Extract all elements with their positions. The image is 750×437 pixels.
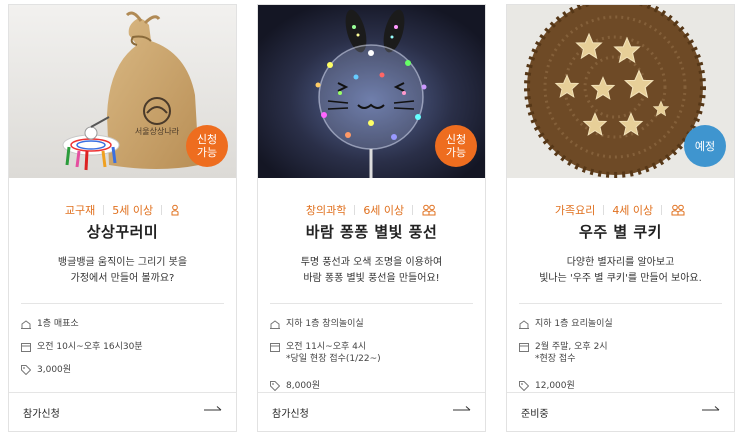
price-row: 12,000원 <box>519 380 575 392</box>
program-description: 다양한 별자리를 알아보고 빛나는 '우주 별 쿠키'를 만들어 보아요. <box>507 255 734 287</box>
category-label: 가족요리 <box>554 204 596 217</box>
location-icon <box>21 320 31 329</box>
divider <box>519 303 722 304</box>
category-label: 교구재 <box>64 204 96 217</box>
apply-button-label: 참가신청 <box>272 409 309 420</box>
description-line-2: 바람 퐁퐁 별빛 풍선을 만들어요! <box>303 273 440 284</box>
location-text: 1층 매표소 <box>37 319 79 329</box>
program-card-1[interactable]: 서울상상나라 신청 가능 교구재 5세 이상 상상꾸러미 뱅글뱅글 움직이는 그리… <box>8 4 237 432</box>
location-icon <box>519 320 529 329</box>
apply-button-label: 참가신청 <box>23 409 60 420</box>
calendar-icon <box>519 343 529 352</box>
location-text: 지하 1층 요리놀이실 <box>535 319 613 329</box>
age-label: 6세 이상 <box>363 204 405 217</box>
price-tag-icon <box>519 381 529 391</box>
price-text: 12,000원 <box>535 381 575 391</box>
calendar-icon <box>21 343 31 352</box>
location-text: 지하 1층 창의놀이실 <box>286 319 364 329</box>
time-text: 오전 10시~오후 16시30분 <box>37 342 143 352</box>
price-tag-icon <box>270 381 280 391</box>
status-badge: 예정 <box>684 125 726 167</box>
divider <box>270 303 473 304</box>
time-row: 오전 11시~오후 4시 *당일 현장 접수(1/22~) <box>270 341 381 365</box>
time-note: *현장 접수 <box>535 354 576 364</box>
apply-button[interactable]: 참가신청 <box>9 392 236 431</box>
program-description: 뱅글뱅글 움직이는 그리기 봇을 가정에서 만들어 볼까요? <box>9 255 236 287</box>
time-row: 오전 10시~오후 16시30분 <box>21 341 143 353</box>
price-text: 3,000원 <box>37 365 72 375</box>
card-meta: 가족요리 4세 이상 <box>507 202 734 218</box>
status-badge-label: 신청 가능 <box>445 133 467 159</box>
svg-text:서울상상나라: 서울상상나라 <box>135 126 180 136</box>
arrow-right-icon <box>453 406 471 411</box>
status-badge: 신청 가능 <box>435 125 477 167</box>
age-label: 4세 이상 <box>612 204 654 217</box>
description-line-1: 투명 풍선과 오색 조명을 이용하여 <box>300 257 443 268</box>
price-text: 8,000원 <box>286 381 321 391</box>
arrow-right-icon <box>702 406 720 411</box>
people-icon <box>422 204 436 216</box>
age-label: 5세 이상 <box>112 204 154 217</box>
status-badge: 신청 가능 <box>186 125 228 167</box>
time-note: *당일 현장 접수(1/22~) <box>286 354 381 364</box>
time-text: 오전 11시~오후 4시 <box>286 342 367 352</box>
program-card-2[interactable]: 신청 가능 창의과학 6세 이상 바람 퐁퐁 별빛 풍선 투명 풍선과 오색 조명… <box>257 4 486 432</box>
apply-button[interactable]: 준비중 <box>507 392 734 431</box>
category-label: 창의과학 <box>305 204 347 217</box>
people-icon <box>171 204 179 216</box>
time-text: 2월 주말, 오후 2시 <box>535 342 608 352</box>
people-icon <box>671 204 685 216</box>
program-description: 투명 풍선과 오색 조명을 이용하여 바람 퐁퐁 별빛 풍선을 만들어요! <box>258 255 485 287</box>
price-tag-icon <box>21 365 31 375</box>
description-line-1: 다양한 별자리를 알아보고 <box>566 257 675 268</box>
arrow-right-icon <box>204 406 222 411</box>
location-icon <box>270 320 280 329</box>
price-row: 3,000원 <box>21 364 71 376</box>
description-line-2: 빛나는 '우주 별 쿠키'를 만들어 보아요. <box>539 273 702 284</box>
price-row: 8,000원 <box>270 380 320 392</box>
apply-button-label: 준비중 <box>521 409 549 420</box>
location-row: 1층 매표소 <box>21 318 79 330</box>
location-row: 지하 1층 창의놀이실 <box>270 318 364 330</box>
description-line-2: 가정에서 만들어 볼까요? <box>70 273 175 284</box>
time-row: 2월 주말, 오후 2시 *현장 접수 <box>519 341 608 365</box>
program-title: 바람 퐁퐁 별빛 풍선 <box>305 223 438 241</box>
card-meta: 교구재 5세 이상 <box>9 202 236 218</box>
status-badge-label: 예정 <box>694 139 716 153</box>
status-badge-label: 신청 가능 <box>196 133 218 159</box>
program-title: 상상꾸러미 <box>86 223 159 241</box>
description-line-1: 뱅글뱅글 움직이는 그리기 봇을 <box>57 257 188 268</box>
calendar-icon <box>270 343 280 352</box>
program-card-3[interactable]: 예정 가족요리 4세 이상 우주 별 쿠키 다양한 별자리를 알아보고 빛나는 '… <box>506 4 735 432</box>
apply-button[interactable]: 참가신청 <box>258 392 485 431</box>
card-meta: 창의과학 6세 이상 <box>258 202 485 218</box>
divider <box>21 303 224 304</box>
location-row: 지하 1층 요리놀이실 <box>519 318 613 330</box>
program-title: 우주 별 쿠키 <box>579 223 662 241</box>
